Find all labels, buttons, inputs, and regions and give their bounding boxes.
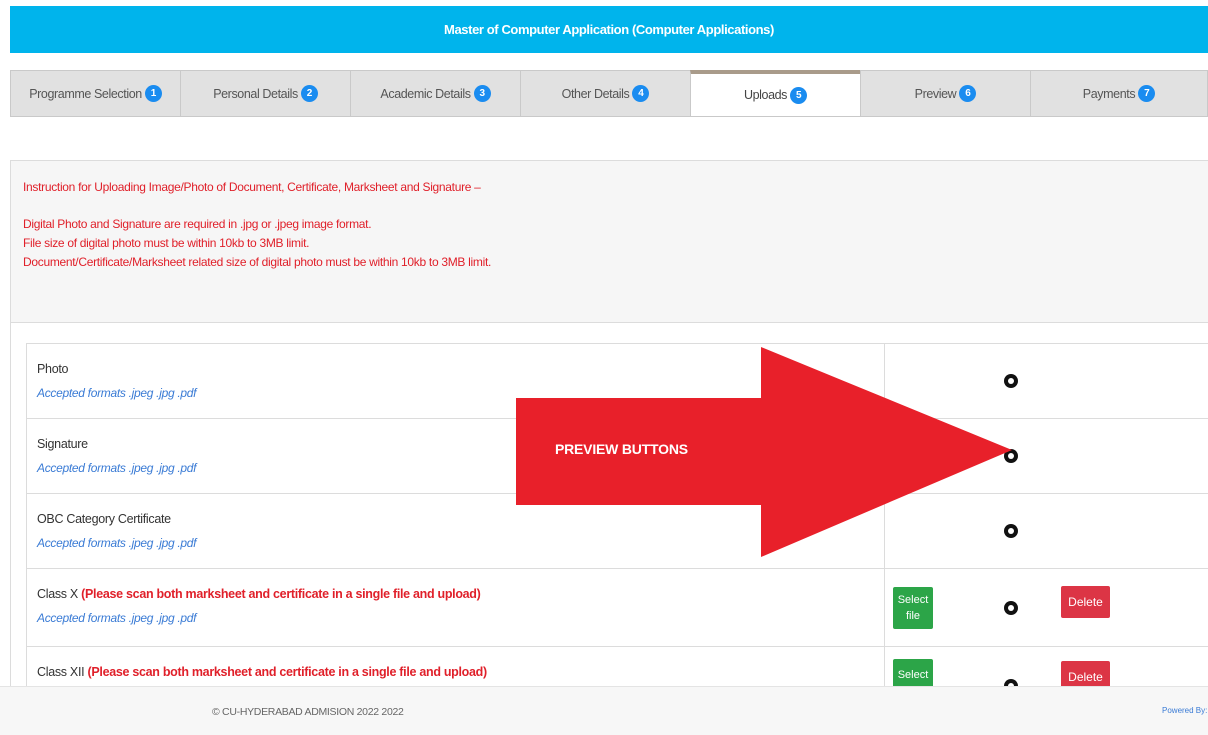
powered-by-link[interactable]: Powered By: P [1162, 706, 1208, 715]
accepted-formats: Accepted formats .jpeg .jpg .pdf [37, 386, 197, 400]
instruction-line: File size of digital photo must be withi… [23, 236, 310, 250]
page-title: Master of Computer Application (Computer… [444, 22, 774, 37]
document-note: (Please scan both marksheet and certific… [81, 587, 481, 601]
accepted-formats: Accepted formats .jpeg .jpg .pdf [37, 461, 197, 475]
uploads-panel: Instruction for Uploading Image/Photo of… [10, 160, 1208, 722]
document-name: Class X [37, 587, 78, 601]
preview-eye-icon[interactable] [1004, 374, 1018, 388]
step-badge: 2 [300, 85, 318, 102]
preview-eye-icon[interactable] [1004, 601, 1018, 615]
annotation-label: PREVIEW BUTTONS [555, 441, 688, 457]
step-badge: 7 [1138, 85, 1156, 102]
programme-banner: Master of Computer Application (Computer… [10, 6, 1208, 53]
page-footer: © CU-HYDERABAD ADMISION 2022 2022 Powere… [0, 686, 1208, 735]
document-note: (Please scan both marksheet and certific… [87, 665, 488, 679]
step-tabs: Programme Selection 1 Personal Details 2 A… [10, 70, 1208, 117]
tab-preview[interactable]: Preview 6 [860, 70, 1030, 117]
instruction-line: Digital Photo and Signature are required… [23, 217, 372, 231]
step-badge: 3 [473, 85, 491, 102]
document-name: Signature [37, 437, 88, 451]
preview-eye-icon[interactable] [1004, 449, 1018, 463]
tab-other-details[interactable]: Other Details 4 [520, 70, 690, 117]
tab-programme-selection[interactable]: Programme Selection 1 [10, 70, 180, 117]
tab-uploads[interactable]: Uploads 5 [690, 70, 860, 117]
step-badge: 4 [632, 85, 650, 102]
document-name: Class XII [37, 665, 85, 679]
documents-table: Photo Accepted formats .jpeg .jpg .pdf S… [26, 343, 1208, 722]
table-row-photo: Photo Accepted formats .jpeg .jpg .pdf [26, 344, 1208, 419]
preview-eye-icon[interactable] [1004, 524, 1018, 538]
tab-personal-details[interactable]: Personal Details 2 [180, 70, 350, 117]
accepted-formats: Accepted formats .jpeg .jpg .pdf [37, 611, 197, 625]
table-row-class-x: Class X (Please scan both marksheet and … [26, 569, 1208, 647]
instructions-heading: Instruction for Uploading Image/Photo of… [23, 180, 481, 194]
upload-instructions: Instruction for Uploading Image/Photo of… [11, 161, 1208, 323]
table-row-obc-certificate: OBC Category Certificate Accepted format… [26, 494, 1208, 569]
document-name: OBC Category Certificate [37, 512, 171, 526]
tab-payments[interactable]: Payments 7 [1030, 70, 1208, 117]
delete-button[interactable]: Delete [1061, 586, 1110, 618]
copyright-text: © CU-HYDERABAD ADMISION 2022 2022 [212, 706, 404, 718]
instruction-line: Document/Certificate/Marksheet related s… [23, 255, 492, 269]
step-badge: 6 [959, 85, 977, 102]
accepted-formats: Accepted formats .jpeg .jpg .pdf [37, 536, 197, 550]
application-page: Master of Computer Application (Computer… [0, 0, 1208, 735]
document-name: Photo [37, 362, 69, 376]
step-badge: 1 [144, 85, 162, 102]
select-file-button[interactable]: Select file [893, 587, 933, 629]
step-badge: 5 [790, 86, 808, 104]
tab-academic-details[interactable]: Academic Details 3 [350, 70, 520, 117]
